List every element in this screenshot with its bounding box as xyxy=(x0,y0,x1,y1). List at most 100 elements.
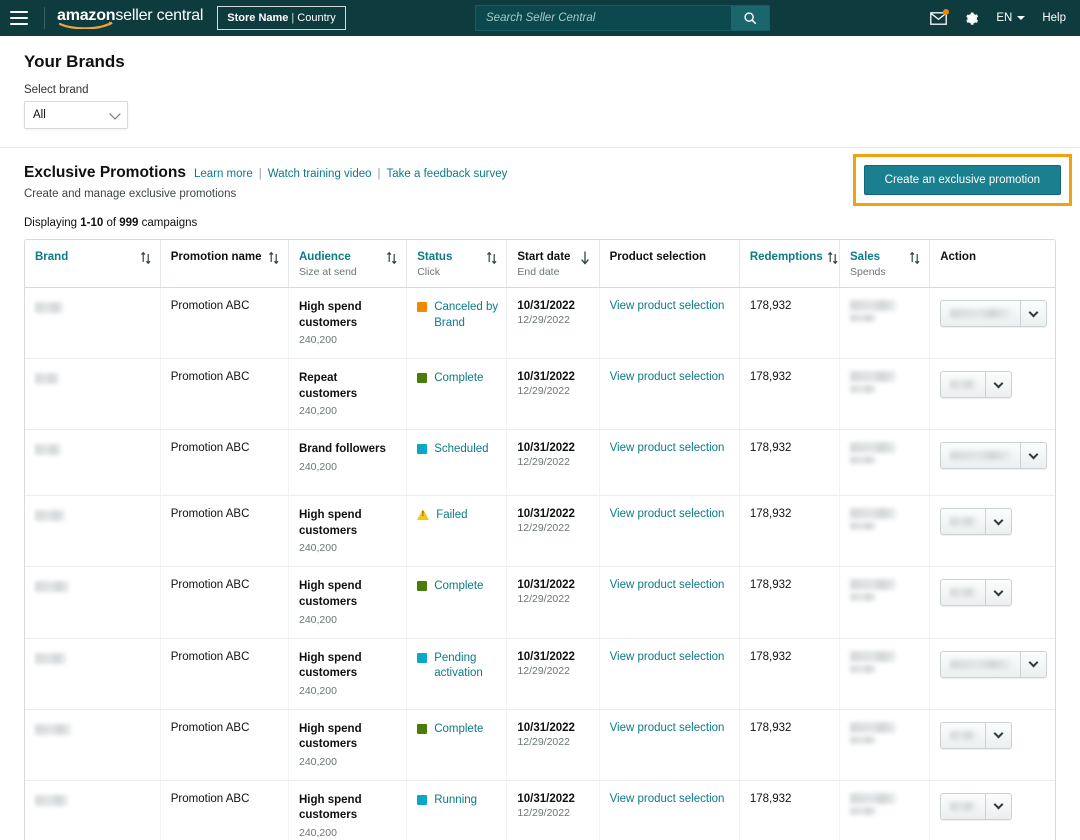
column-header-promotion-name[interactable]: Promotion name xyxy=(160,240,288,288)
status-color-square xyxy=(417,581,427,591)
cell-action xyxy=(930,638,1055,709)
action-dropdown-toggle[interactable] xyxy=(986,723,1011,748)
start-date: 10/31/2022 xyxy=(517,371,590,383)
action-dropdown-toggle[interactable] xyxy=(986,794,1011,819)
learn-more-link[interactable]: Learn more xyxy=(194,168,253,180)
column-header-start-date[interactable]: Start dateEnd date xyxy=(507,240,599,288)
view-product-selection-link[interactable]: View product selection xyxy=(610,300,725,312)
amazon-seller-central-logo[interactable]: amazonseller central xyxy=(57,8,203,29)
chevron-down-icon xyxy=(994,587,1004,597)
brand-select-dropdown[interactable]: All xyxy=(24,101,128,129)
redacted-action-label xyxy=(950,451,1011,460)
search-submit-button[interactable] xyxy=(731,6,769,30)
status-label[interactable]: Complete xyxy=(434,722,483,738)
status-color-square xyxy=(417,444,427,454)
chevron-down-icon xyxy=(1029,658,1039,668)
chevron-down-icon xyxy=(994,729,1004,739)
language-selector[interactable]: EN xyxy=(996,12,1025,24)
view-product-selection-link[interactable]: View product selection xyxy=(610,371,725,383)
cell-action xyxy=(930,780,1055,840)
column-header-status[interactable]: StatusClick xyxy=(407,240,507,288)
action-dropdown-toggle[interactable] xyxy=(1021,301,1046,326)
action-dropdown-toggle[interactable] xyxy=(986,372,1011,397)
table-row: Promotion ABCBrand followers240,200Sched… xyxy=(25,430,1055,496)
cell-promotion-name: Promotion ABC xyxy=(160,709,288,780)
action-dropdown-toggle[interactable] xyxy=(1021,443,1046,468)
status-label[interactable]: Complete xyxy=(434,371,483,387)
store-country-label: Country xyxy=(297,12,336,24)
store-selector[interactable]: Store Name|Country xyxy=(217,6,346,30)
status-label[interactable]: Complete xyxy=(434,579,483,595)
store-name-label: Store Name xyxy=(227,12,288,24)
logo-suffix-text: seller central xyxy=(115,7,203,24)
action-dropdown-toggle[interactable] xyxy=(986,509,1011,534)
global-search[interactable] xyxy=(475,5,770,31)
audience-size: 240,200 xyxy=(299,542,398,554)
cell-brand xyxy=(25,638,160,709)
view-product-selection-link[interactable]: View product selection xyxy=(610,793,725,805)
status-label[interactable]: Running xyxy=(434,793,477,809)
row-action-dropdown[interactable] xyxy=(940,508,1012,535)
row-action-dropdown[interactable] xyxy=(940,651,1047,678)
column-header-redemptions[interactable]: Redemptions xyxy=(739,240,839,288)
row-action-dropdown[interactable] xyxy=(940,722,1012,749)
section-subtitle: Create and manage exclusive promotions xyxy=(24,188,507,200)
chevron-down-icon xyxy=(994,515,1004,525)
cell-promotion-name: Promotion ABC xyxy=(160,496,288,567)
column-header-sales[interactable]: SalesSpends xyxy=(840,240,930,288)
view-product-selection-link[interactable]: View product selection xyxy=(610,651,725,663)
row-action-dropdown[interactable] xyxy=(940,579,1012,606)
column-header-product-selection: Product selection xyxy=(599,240,739,288)
column-title: Brand xyxy=(35,250,68,264)
view-product-selection-link[interactable]: View product selection xyxy=(610,508,725,520)
sort-active-desc-icon[interactable] xyxy=(579,250,591,266)
sort-icon[interactable] xyxy=(386,251,398,265)
row-action-label xyxy=(941,509,985,534)
main-menu-icon[interactable] xyxy=(10,11,28,25)
column-header-brand[interactable]: Brand xyxy=(25,240,160,288)
unread-badge-dot xyxy=(943,9,949,15)
view-product-selection-link[interactable]: View product selection xyxy=(610,722,725,734)
row-action-dropdown[interactable] xyxy=(940,371,1012,398)
column-header-audience[interactable]: AudienceSize at send xyxy=(288,240,406,288)
messages-button[interactable] xyxy=(930,12,947,25)
status-label[interactable]: Pending activation xyxy=(434,651,498,682)
chevron-down-icon xyxy=(1029,449,1039,459)
row-action-label xyxy=(941,794,985,819)
status-label[interactable]: Failed xyxy=(436,508,467,524)
sort-icon[interactable] xyxy=(909,251,921,265)
search-input[interactable] xyxy=(476,6,731,30)
cell-redemptions: 178,932 xyxy=(739,780,839,840)
action-dropdown-toggle[interactable] xyxy=(986,580,1011,605)
row-action-dropdown[interactable] xyxy=(940,442,1047,469)
view-product-selection-link[interactable]: View product selection xyxy=(610,579,725,591)
sort-icon[interactable] xyxy=(827,251,839,265)
audience-name: High spend customers xyxy=(299,508,398,539)
row-action-label xyxy=(941,652,1020,677)
sort-icon[interactable] xyxy=(140,251,152,265)
status-label[interactable]: Canceled by Brand xyxy=(434,300,498,331)
end-date: 12/29/2022 xyxy=(517,456,590,468)
cell-product-selection: View product selection xyxy=(599,638,739,709)
sort-icon[interactable] xyxy=(268,251,280,265)
status-label[interactable]: Scheduled xyxy=(434,442,488,458)
watch-training-video-link[interactable]: Watch training video xyxy=(268,168,372,180)
help-link[interactable]: Help xyxy=(1042,12,1066,24)
create-exclusive-promotion-button[interactable]: Create an exclusive promotion xyxy=(864,165,1061,195)
cell-audience: High spend customers240,200 xyxy=(288,638,406,709)
feedback-survey-link[interactable]: Take a feedback survey xyxy=(387,168,508,180)
view-product-selection-link[interactable]: View product selection xyxy=(610,442,725,454)
row-action-dropdown[interactable] xyxy=(940,793,1012,820)
row-action-dropdown[interactable] xyxy=(940,300,1047,327)
cell-status: Canceled by Brand xyxy=(407,288,507,359)
action-dropdown-toggle[interactable] xyxy=(1021,652,1046,677)
cell-action xyxy=(930,430,1055,496)
settings-button[interactable] xyxy=(964,11,979,26)
start-date: 10/31/2022 xyxy=(517,508,590,520)
column-subtitle: End date xyxy=(517,266,570,278)
cell-product-selection: View product selection xyxy=(599,359,739,430)
cell-sales xyxy=(840,359,930,430)
sort-icon[interactable] xyxy=(486,251,498,265)
cell-promotion-name: Promotion ABC xyxy=(160,567,288,638)
end-date: 12/29/2022 xyxy=(517,736,590,748)
